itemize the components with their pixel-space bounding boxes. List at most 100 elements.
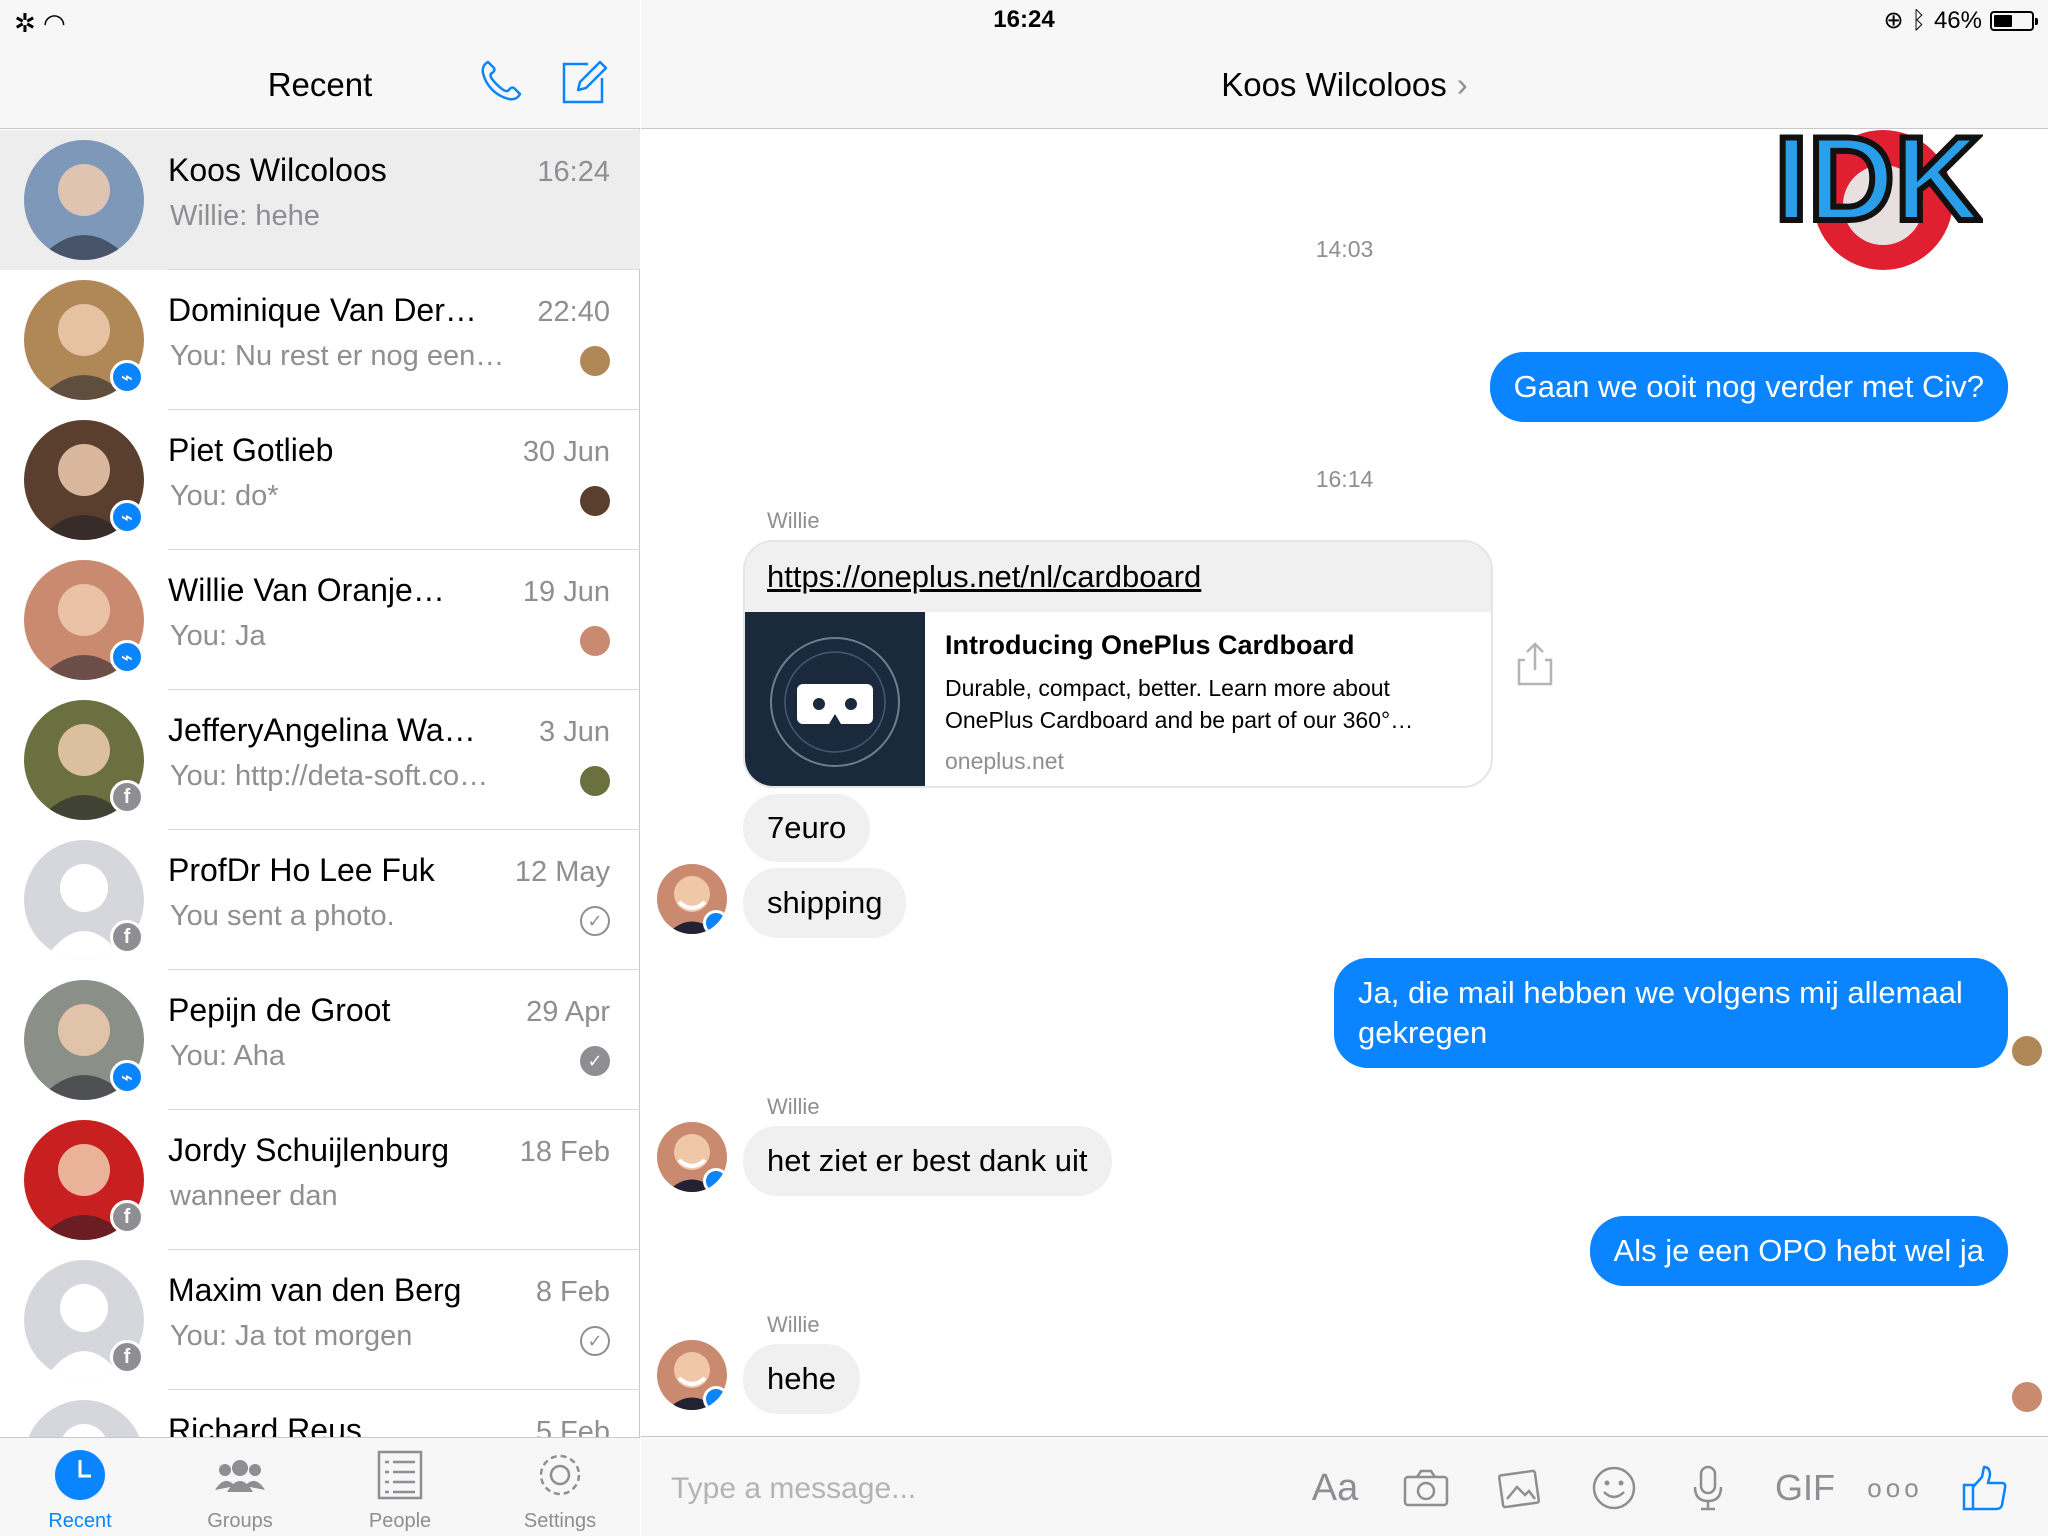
link-preview-card[interactable]: https://oneplus.net/nl/cardboard Introdu… — [743, 540, 1493, 788]
contact-name: Richard Reus — [168, 1412, 362, 1437]
timestamp: 16:14 — [1315, 466, 1374, 492]
conversation-row[interactable]: f Jordy Schuijlenburg 18 Feb wanneer dan — [0, 1110, 640, 1250]
share-icon[interactable] — [1515, 640, 1555, 688]
message-snippet: You sent a photo. — [170, 900, 395, 932]
microphone-icon[interactable] — [1683, 1463, 1733, 1513]
sender-name: Willie — [767, 508, 820, 533]
sender-name: Willie — [767, 1312, 820, 1337]
conversation-row[interactable]: ⌁ Piet Gotlieb 30 Jun You: do* — [0, 410, 640, 550]
conversation-list[interactable]: Koos Wilcoloos 16:24 Willie: hehe ⌁ Dominiqu… — [0, 130, 640, 1437]
emoji-icon[interactable] — [1589, 1463, 1639, 1513]
contact-name: Jordy Schuijlenburg — [168, 1132, 450, 1168]
contact-name: JefferyAngelina Wa… — [168, 712, 476, 748]
contact-avatar[interactable] — [24, 1400, 144, 1437]
facebook-badge-icon: f — [110, 1200, 144, 1234]
read-receipt-avatar — [2012, 1036, 2042, 1066]
sender-avatar[interactable] — [657, 864, 727, 934]
tab-label: Recent — [48, 1510, 112, 1532]
seen-avatar — [580, 766, 610, 796]
tab-groups[interactable]: Groups — [160, 1438, 320, 1536]
conversation-row[interactable]: ⌁ Pepijn de Groot 29 Apr You: Aha ✓ — [0, 970, 640, 1110]
outgoing-message[interactable]: Als je een OPO hebt wel ja — [1589, 1216, 2008, 1286]
message-time: 29 Apr — [526, 996, 610, 1028]
delivered-check-icon: ✓ — [580, 1046, 610, 1076]
conversation-row[interactable]: f ProfDr Ho Lee Fuk 12 May You sent a photo… — [0, 830, 640, 970]
seen-avatar — [580, 486, 610, 516]
message-snippet: You: Ja tot morgen — [170, 1320, 413, 1352]
read-receipt-avatar — [2012, 1382, 2042, 1412]
message-snippet: Willie: hehe — [170, 200, 320, 232]
conversation-row[interactable]: f Maxim van den Berg 8 Feb You: Ja tot morg… — [0, 1250, 640, 1390]
contact-avatar[interactable] — [24, 140, 144, 260]
link-preview-body[interactable]: Introducing OnePlus Cardboard Durable, c… — [745, 612, 1491, 786]
messenger-badge-icon — [703, 910, 727, 934]
conversation-row[interactable]: Richard Reus 5 Feb — [0, 1390, 640, 1437]
sender-avatar[interactable] — [657, 1340, 727, 1410]
tab-label: People — [368, 1510, 432, 1532]
photo-gallery-icon[interactable] — [1495, 1463, 1545, 1513]
conversation-row[interactable]: ⌁ Willie Van Oranje… 19 Jun You: Ja — [0, 550, 640, 690]
chat-contact-name[interactable]: Koos Wilcoloos — [1221, 66, 1447, 103]
contact-name: Maxim van den Berg — [168, 1272, 462, 1308]
conversation-row[interactable]: f JefferyAngelina Wa… 3 Jun You: http://det… — [0, 690, 640, 830]
message-snippet: You: Aha — [170, 1040, 286, 1072]
compose-icon[interactable] — [558, 56, 610, 108]
message-thread[interactable]: IDK 14:03 Gaan we ooit nog verder met Ci… — [641, 130, 2048, 1436]
message-time: 3 Jun — [539, 716, 610, 748]
contact-name: Willie Van Oranje… — [168, 572, 445, 608]
status-right: ⊕ ᛒ 46% — [1883, 6, 2038, 35]
incoming-message[interactable]: hehe — [743, 1344, 860, 1414]
text-format-button[interactable]: Aa — [1305, 1463, 1365, 1513]
message-snippet: You: Ja — [170, 620, 266, 652]
chat-pane: Koos Wilcoloos › IDK 14:03 Gaan we ooit n… — [641, 0, 2048, 1536]
link-domain: oneplus.net — [945, 748, 1064, 774]
message-input[interactable] — [671, 1467, 1251, 1511]
messenger-badge-icon — [703, 1386, 727, 1410]
message-time: 18 Feb — [519, 1136, 610, 1168]
message-time: 5 Feb — [535, 1416, 610, 1437]
messenger-badge-icon: ⌁ — [110, 1060, 144, 1094]
phone-icon[interactable] — [474, 56, 526, 108]
contact-name: Pepijn de Groot — [168, 992, 391, 1028]
sender-avatar[interactable] — [657, 1122, 727, 1192]
messenger-badge-icon: ⌁ — [110, 360, 144, 394]
bluetooth-icon: ᛒ — [1911, 6, 1926, 34]
conversation-sidebar: Recent Koos Wilcoloos 16:24 Willie: hehe ⌁ D… — [0, 0, 640, 1536]
tab-recent[interactable]: Recent — [0, 1438, 160, 1536]
message-snippet: You: http://deta-soft.co… — [170, 760, 489, 792]
gif-button[interactable]: GIF — [1765, 1463, 1845, 1513]
chat-title[interactable]: Koos Wilcoloos › — [641, 66, 2048, 104]
chevron-right-icon: › — [1456, 66, 1468, 103]
messenger-badge-icon — [703, 1168, 727, 1192]
link-url[interactable]: https://oneplus.net/nl/cardboard — [745, 542, 1491, 612]
outgoing-message[interactable]: Gaan we ooit nog verder met Civ? — [1489, 352, 2008, 422]
facebook-badge-icon: f — [110, 1340, 144, 1374]
tab-settings[interactable]: Settings — [480, 1438, 640, 1536]
incoming-message[interactable]: shipping — [743, 868, 907, 938]
contact-name: Koos Wilcoloos — [168, 152, 387, 188]
link-thumbnail — [745, 612, 925, 786]
link-title: Introducing OnePlus Cardboard — [945, 630, 1355, 660]
contact-name: Piet Gotlieb — [168, 432, 334, 468]
tab-people[interactable]: People — [320, 1438, 480, 1536]
seen-avatar — [580, 346, 610, 376]
facebook-badge-icon: f — [110, 920, 144, 954]
delivered-check-icon: ✓ — [580, 1326, 610, 1356]
messenger-badge-icon: ⌁ — [110, 640, 144, 674]
sidebar-title: Recent — [267, 66, 373, 103]
conversation-row[interactable]: ⌁ Dominique Van Der… 22:40 You: Nu rest er … — [0, 270, 640, 410]
tab-label: Groups — [207, 1510, 273, 1532]
incoming-message[interactable]: 7euro — [743, 794, 871, 862]
message-snippet: You: Nu rest er nog een… — [170, 340, 505, 372]
incoming-message[interactable]: het ziet er best dank uit — [743, 1126, 1112, 1196]
battery-icon — [1990, 10, 2038, 31]
camera-icon[interactable] — [1401, 1463, 1451, 1513]
outgoing-message[interactable]: Ja, die mail hebben we volgens mij allem… — [1334, 958, 2008, 1068]
more-options-icon[interactable]: ooo — [1865, 1463, 1925, 1513]
messenger-badge-icon: ⌁ — [110, 500, 144, 534]
message-time: 30 Jun — [522, 436, 610, 468]
sender-name: Willie — [767, 1094, 820, 1119]
like-thumb-icon[interactable] — [1957, 1463, 2013, 1513]
conversation-row[interactable]: Koos Wilcoloos 16:24 Willie: hehe — [0, 130, 640, 270]
contact-name: Dominique Van Der… — [168, 292, 477, 328]
